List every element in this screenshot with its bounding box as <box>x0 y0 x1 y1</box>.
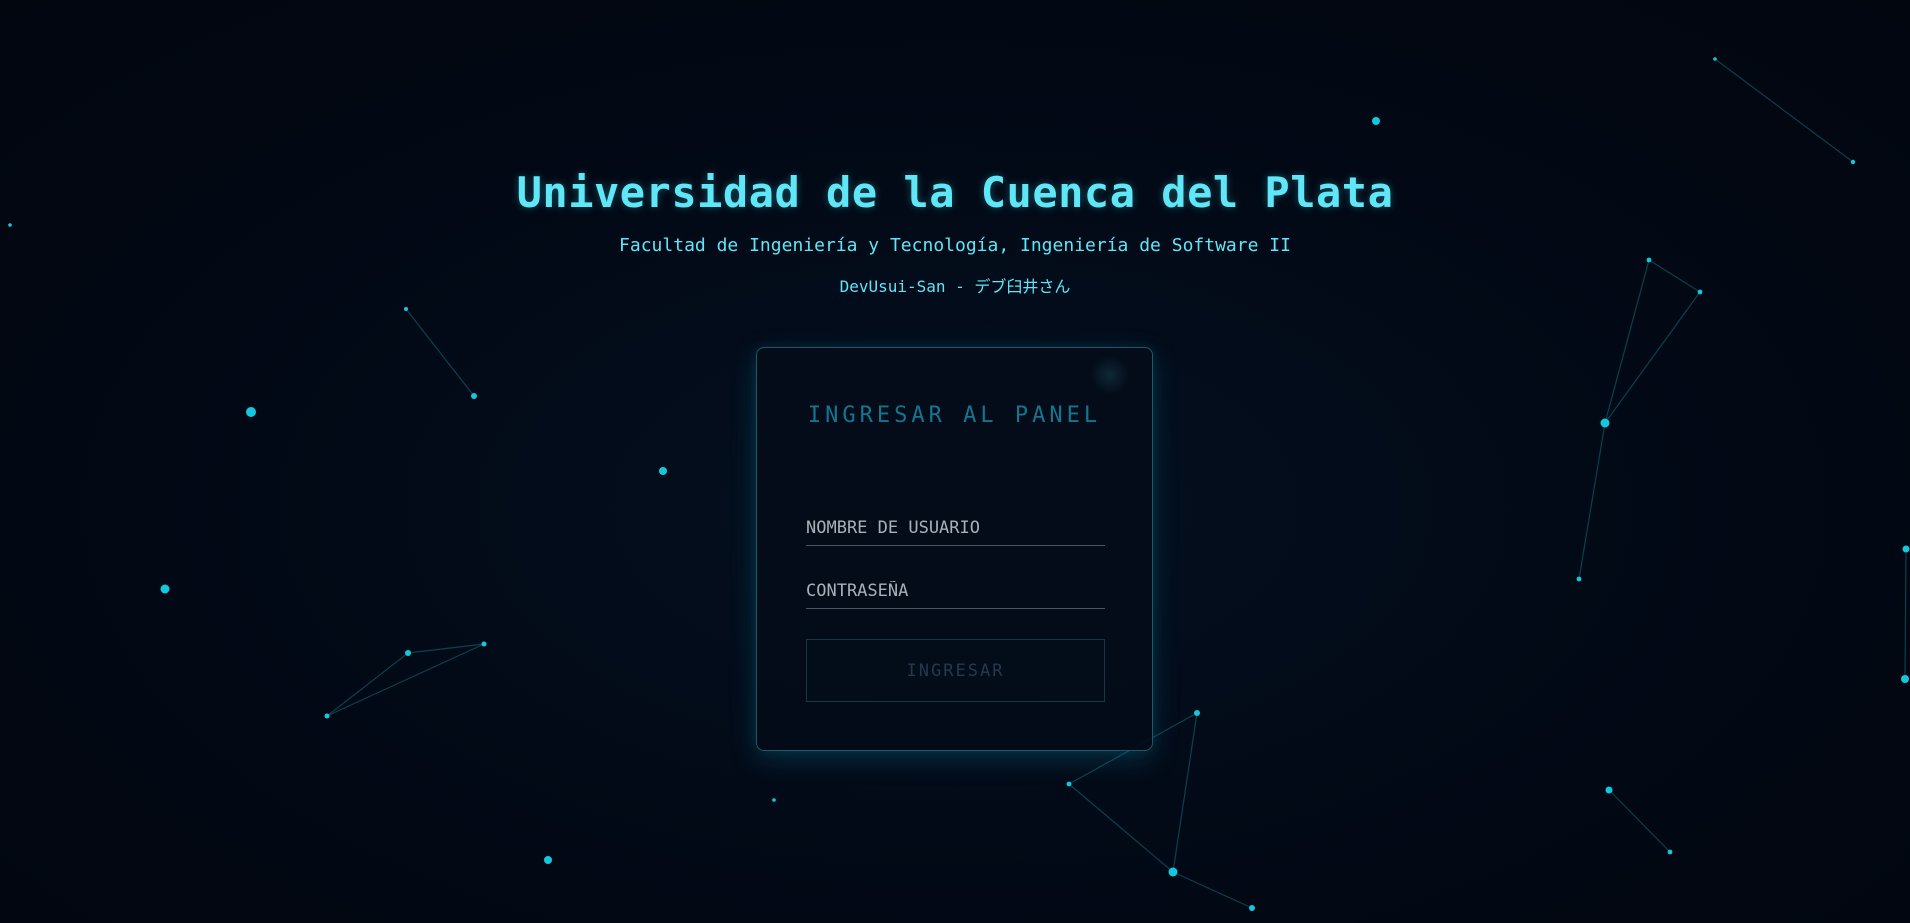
network-node <box>1600 418 1610 428</box>
network-link <box>1578 422 1606 580</box>
page-title: Universidad de la Cuenca del Plata <box>516 168 1394 217</box>
network-node <box>1902 545 1910 553</box>
network-node <box>404 307 408 311</box>
network-node <box>1576 576 1582 582</box>
network-node <box>544 856 552 864</box>
network-node <box>405 650 411 656</box>
page-subtitle: Facultad de Ingeniería y Tecnología, Ing… <box>619 235 1291 256</box>
panel-glow-decoration <box>1090 355 1130 395</box>
network-node <box>160 584 170 594</box>
network-link <box>1068 783 1174 873</box>
author-credit: DevUsui-San - デブ臼井さん <box>839 277 1071 296</box>
network-node <box>1194 710 1200 716</box>
network-link <box>1608 789 1671 853</box>
password-input[interactable] <box>806 573 1105 609</box>
network-link <box>407 643 485 654</box>
network-node <box>1168 867 1178 877</box>
login-page: Universidad de la Cuenca del Plata Facul… <box>0 0 1910 923</box>
network-node <box>772 798 776 802</box>
network-node <box>1605 786 1613 794</box>
network-node <box>659 467 667 475</box>
network-link <box>1604 291 1701 424</box>
network-node <box>1066 781 1072 787</box>
login-panel-title: INGRESAR AL PANEL <box>807 403 1102 428</box>
network-node <box>1646 257 1652 263</box>
username-input[interactable] <box>806 510 1105 546</box>
network-node <box>1713 57 1717 61</box>
network-link <box>1172 871 1253 909</box>
network-node <box>1249 905 1255 911</box>
network-node <box>8 223 12 227</box>
network-node <box>324 713 330 719</box>
network-node <box>1667 849 1673 855</box>
network-link <box>1904 548 1907 680</box>
network-node <box>1850 159 1856 165</box>
network-node <box>1901 675 1909 683</box>
login-submit-button[interactable]: INGRESAR <box>806 639 1105 702</box>
network-node <box>246 407 256 417</box>
network-node <box>1372 117 1380 125</box>
network-link <box>405 308 475 397</box>
login-panel: INGRESAR AL PANEL INGRESAR <box>756 347 1153 751</box>
network-link <box>1172 712 1198 873</box>
network-link <box>1714 58 1854 163</box>
network-node <box>481 641 487 647</box>
network-node <box>471 393 477 399</box>
